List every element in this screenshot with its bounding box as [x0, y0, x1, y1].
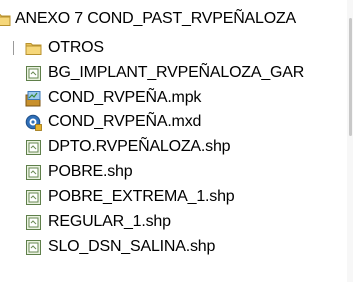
tree-item-label: POBRE.shp — [48, 163, 133, 180]
shapefile-icon — [25, 239, 42, 256]
shapefile-icon — [25, 164, 42, 181]
tree-item-label: COND_RVPEÑA.mpk — [48, 89, 202, 106]
tree-item-dpto-shp[interactable]: DPTO.RVPEÑALOZA.shp — [25, 135, 231, 159]
shapefile-icon — [25, 189, 42, 206]
folder-icon — [0, 11, 11, 28]
tree-item-bg-implant[interactable]: BG_IMPLANT_RVPEÑALOZA_GAR — [25, 61, 304, 85]
tree-item-regular-shp[interactable]: REGULAR_1.shp — [25, 210, 171, 234]
tree-item-label: POBRE_EXTREMA_1.shp — [48, 188, 235, 205]
tree-item-pobre-shp[interactable]: POBRE.shp — [25, 160, 133, 184]
tree-item-label: COND_RVPEÑA.mxd — [48, 113, 202, 130]
tree-item-cond-mxd[interactable]: COND_RVPEÑA.mxd — [25, 110, 201, 134]
tree-item-label: ANEXO 7 COND_PAST_RVPEÑALOZA — [15, 10, 297, 27]
shapefile-icon — [25, 65, 42, 82]
folder-icon — [25, 40, 42, 57]
scrollbar-thumb[interactable] — [349, 18, 352, 136]
tree-item-label: REGULAR_1.shp — [48, 213, 171, 230]
shapefile-icon — [25, 139, 42, 156]
tree-item-pobre-extrema-shp[interactable]: POBRE_EXTREMA_1.shp — [25, 185, 235, 209]
tree-item-slo-shp[interactable]: SLO_DSN_SALINA.shp — [25, 235, 215, 259]
map-package-icon — [25, 90, 42, 107]
shapefile-icon — [25, 214, 42, 231]
tree-item-otros[interactable]: OTROS — [25, 36, 104, 60]
catalog-tree: ANEXO 7 COND_PAST_RVPEÑALOZA OTROS BG_IM… — [0, 0, 353, 282]
map-document-icon — [25, 114, 42, 131]
tree-guide-line — [13, 41, 14, 55]
tree-item-label: DPTO.RVPEÑALOZA.shp — [48, 138, 231, 155]
tree-item-label: OTROS — [48, 39, 104, 56]
tree-item-label: SLO_DSN_SALINA.shp — [48, 238, 216, 255]
tree-item-label: BG_IMPLANT_RVPEÑALOZA_GAR — [48, 64, 305, 81]
vertical-scrollbar[interactable] — [347, 0, 353, 282]
tree-item-cond-mpk[interactable]: COND_RVPEÑA.mpk — [25, 86, 201, 110]
tree-item-root-folder[interactable]: ANEXO 7 COND_PAST_RVPEÑALOZA — [0, 7, 296, 31]
